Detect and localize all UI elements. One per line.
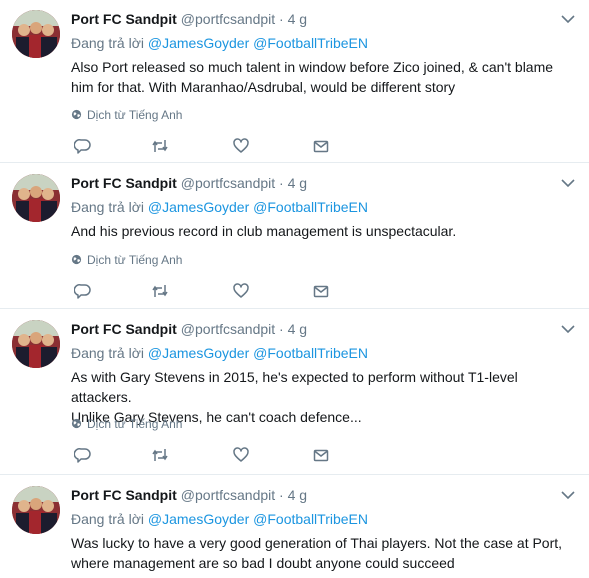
- tweet-header: Port FC Sandpit @portfcsandpit · 4 g: [71, 174, 307, 192]
- like-button[interactable]: [232, 137, 250, 155]
- like-icon: [233, 283, 249, 298]
- translate-link[interactable]: Dịch từ Tiếng Anh: [71, 416, 182, 432]
- reply-icon: [74, 448, 91, 463]
- translate-label: Dịch từ Tiếng Anh: [87, 253, 183, 267]
- tweet-time[interactable]: 4 g: [288, 487, 307, 503]
- globe-icon: [71, 109, 82, 120]
- tweet-actions: [71, 446, 371, 464]
- like-icon: [233, 138, 249, 153]
- mention-link[interactable]: @JamesGoyder: [148, 345, 249, 361]
- mention-link[interactable]: @FootballTribeEN: [253, 35, 368, 51]
- tweet[interactable]: Port FC Sandpit @portfcsandpit · 4 g Đang…: [0, 476, 589, 578]
- reply-icon: [74, 284, 91, 299]
- like-button[interactable]: [232, 446, 250, 464]
- avatar[interactable]: [12, 486, 60, 534]
- reply-context: Đang trả lời @JamesGoyder @FootballTribe…: [71, 510, 368, 528]
- tweet[interactable]: Port FC Sandpit @portfcsandpit · 4 g Đang…: [0, 0, 589, 163]
- tweet-time[interactable]: 4 g: [288, 175, 307, 191]
- retweet-button[interactable]: [151, 446, 169, 464]
- tweet-header: Port FC Sandpit @portfcsandpit · 4 g: [71, 10, 307, 28]
- reply-prefix: Đang trả lời: [71, 345, 144, 361]
- tweet-text: Was lucky to have a very good generation…: [71, 533, 571, 573]
- retweet-icon: [152, 140, 168, 152]
- message-button[interactable]: [312, 282, 330, 300]
- avatar[interactable]: [12, 10, 60, 58]
- avatar[interactable]: [12, 320, 60, 368]
- reply-button[interactable]: [74, 446, 92, 464]
- globe-icon: [71, 254, 82, 265]
- separator: ·: [279, 321, 284, 337]
- message-button[interactable]: [312, 446, 330, 464]
- tweet[interactable]: Port FC Sandpit @portfcsandpit · 4 g Đang…: [0, 164, 589, 309]
- reply-prefix: Đang trả lời: [71, 35, 144, 51]
- tweet-text: And his previous record in club manageme…: [71, 221, 571, 241]
- retweet-icon: [152, 449, 168, 461]
- globe-icon: [71, 418, 82, 429]
- mention-link[interactable]: @JamesGoyder: [148, 35, 249, 51]
- tweet-text-line: him for that. With Maranhao/Asdrubal, wo…: [71, 79, 456, 95]
- retweet-button[interactable]: [151, 282, 169, 300]
- translate-link[interactable]: Dịch từ Tiếng Anh: [71, 107, 182, 123]
- tweet-actions: [71, 137, 371, 155]
- author-name[interactable]: Port FC Sandpit: [71, 321, 177, 337]
- chevron-down-icon[interactable]: [561, 324, 575, 334]
- message-button[interactable]: [312, 137, 330, 155]
- retweet-icon: [152, 285, 168, 297]
- tweet-time[interactable]: 4 g: [288, 11, 307, 27]
- chevron-down-icon[interactable]: [561, 490, 575, 500]
- tweet-text-line: Was lucky to have a very good generation…: [71, 535, 563, 551]
- author-name[interactable]: Port FC Sandpit: [71, 11, 177, 27]
- reply-button[interactable]: [74, 282, 92, 300]
- tweet-text-line: where management are so bad I doubt anyo…: [71, 555, 455, 571]
- tweet-text-line: Also Port released so much talent in win…: [71, 59, 554, 75]
- like-icon: [233, 447, 249, 462]
- mention-link[interactable]: @JamesGoyder: [148, 511, 249, 527]
- tweet-text: Also Port released so much talent in win…: [71, 57, 571, 97]
- mention-link[interactable]: @FootballTribeEN: [253, 511, 368, 527]
- tweet-actions: [71, 282, 371, 300]
- chevron-down-icon[interactable]: [561, 178, 575, 188]
- separator: ·: [279, 487, 284, 503]
- reply-context: Đang trả lời @JamesGoyder @FootballTribe…: [71, 344, 368, 362]
- author-name[interactable]: Port FC Sandpit: [71, 175, 177, 191]
- separator: ·: [279, 175, 284, 191]
- translate-label: Dịch từ Tiếng Anh: [87, 417, 183, 431]
- message-icon: [313, 449, 329, 462]
- reply-icon: [74, 139, 91, 154]
- translate-label: Dịch từ Tiếng Anh: [87, 108, 183, 122]
- tweet[interactable]: Port FC Sandpit @portfcsandpit · 4 g Đang…: [0, 310, 589, 475]
- author-handle[interactable]: @portfcsandpit: [181, 175, 275, 191]
- tweet-timeline: Port FC Sandpit @portfcsandpit · 4 g Đang…: [0, 0, 589, 578]
- reply-prefix: Đang trả lời: [71, 199, 144, 215]
- translate-link[interactable]: Dịch từ Tiếng Anh: [71, 252, 182, 268]
- mention-link[interactable]: @FootballTribeEN: [253, 345, 368, 361]
- author-name[interactable]: Port FC Sandpit: [71, 487, 177, 503]
- tweet-text-line: As with Gary Stevens in 2015, he's expec…: [71, 369, 518, 405]
- separator: ·: [279, 11, 284, 27]
- reply-button[interactable]: [74, 137, 92, 155]
- tweet-header: Port FC Sandpit @portfcsandpit · 4 g: [71, 320, 307, 338]
- avatar[interactable]: [12, 174, 60, 222]
- reply-prefix: Đang trả lời: [71, 511, 144, 527]
- author-handle[interactable]: @portfcsandpit: [181, 11, 275, 27]
- tweet-header: Port FC Sandpit @portfcsandpit · 4 g: [71, 486, 307, 504]
- tweet-text-line: And his previous record in club manageme…: [71, 223, 457, 239]
- tweet-time[interactable]: 4 g: [288, 321, 307, 337]
- mention-link[interactable]: @JamesGoyder: [148, 199, 249, 215]
- message-icon: [313, 140, 329, 153]
- author-handle[interactable]: @portfcsandpit: [181, 321, 275, 337]
- reply-context: Đang trả lời @JamesGoyder @FootballTribe…: [71, 34, 368, 52]
- author-handle[interactable]: @portfcsandpit: [181, 487, 275, 503]
- mention-link[interactable]: @FootballTribeEN: [253, 199, 368, 215]
- message-icon: [313, 285, 329, 298]
- reply-context: Đang trả lời @JamesGoyder @FootballTribe…: [71, 198, 368, 216]
- retweet-button[interactable]: [151, 137, 169, 155]
- chevron-down-icon[interactable]: [561, 14, 575, 24]
- like-button[interactable]: [232, 282, 250, 300]
